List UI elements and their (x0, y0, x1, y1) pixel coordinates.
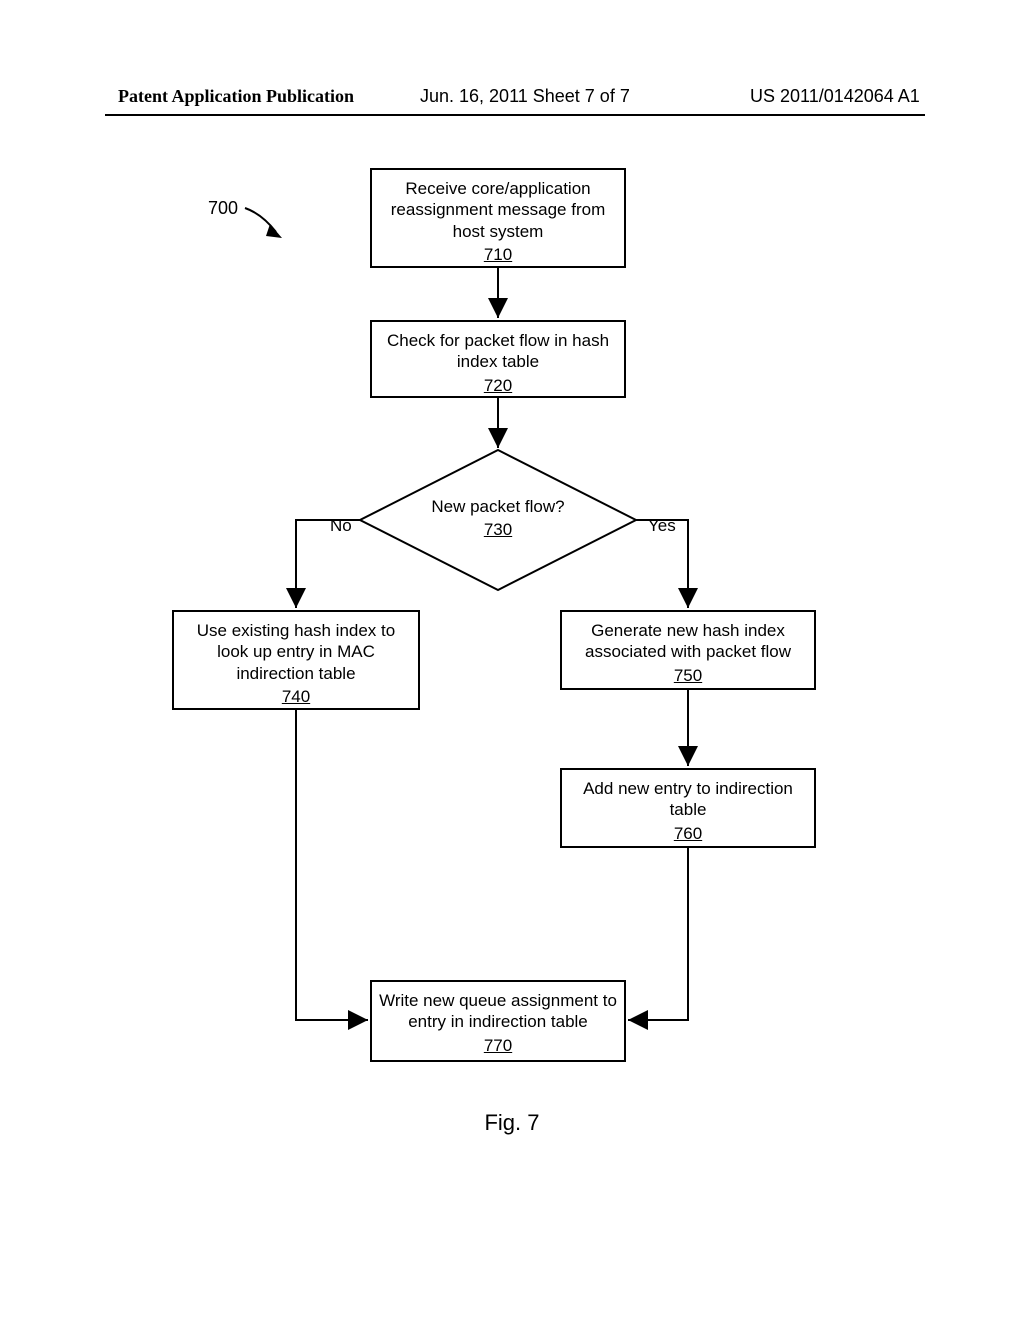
box-text: Generate new hash index associated with … (585, 621, 791, 661)
box-text: Receive core/application reassignment me… (391, 179, 605, 241)
box-ref: 750 (568, 665, 808, 686)
figure-caption: Fig. 7 (0, 1110, 1024, 1136)
header-right: US 2011/0142064 A1 (750, 86, 920, 107)
page: Patent Application Publication Jun. 16, … (0, 0, 1024, 1320)
box-text: Add new entry to indirection table (583, 779, 793, 819)
box-receive-message: Receive core/application reassignment me… (370, 168, 626, 268)
flow-ref-label: 700 (208, 198, 238, 219)
box-text: Check for packet flow in hash index tabl… (387, 331, 609, 371)
box-write-queue-assignment: Write new queue assignment to entry in i… (370, 980, 626, 1062)
header-left: Patent Application Publication (118, 86, 354, 107)
box-ref: 710 (378, 244, 618, 265)
box-generate-new-hash: Generate new hash index associated with … (560, 610, 816, 690)
box-ref: 760 (568, 823, 808, 844)
decision-text: New packet flow? (431, 497, 564, 516)
box-check-hash-table: Check for packet flow in hash index tabl… (370, 320, 626, 398)
header-center: Jun. 16, 2011 Sheet 7 of 7 (420, 86, 630, 107)
box-ref: 770 (378, 1035, 618, 1056)
box-text: Write new queue assignment to entry in i… (379, 991, 617, 1031)
box-ref: 740 (180, 686, 412, 707)
box-use-existing-hash: Use existing hash index to look up entry… (172, 610, 420, 710)
header-rule (105, 114, 925, 116)
box-add-new-entry: Add new entry to indirection table 760 (560, 768, 816, 848)
box-text: Use existing hash index to look up entry… (197, 621, 395, 683)
branch-label-no: No (330, 516, 352, 536)
decision-new-packet-flow: New packet flow? 730 (358, 448, 638, 592)
branch-label-yes: Yes (648, 516, 676, 536)
decision-ref: 730 (484, 519, 512, 540)
box-ref: 720 (378, 375, 618, 396)
